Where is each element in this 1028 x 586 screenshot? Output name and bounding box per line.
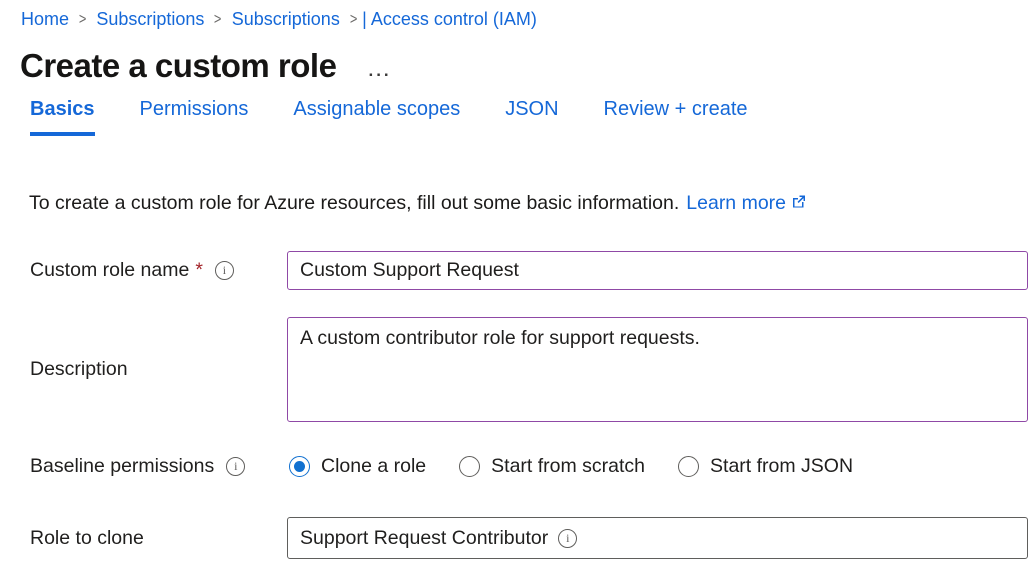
radio-start-from-scratch-label: Start from scratch [491,455,645,478]
tab-json[interactable]: JSON [505,98,558,136]
page-header: Create a custom role ... [20,47,1028,85]
description-row: Description A custom contributor role fo… [30,317,1028,422]
info-icon[interactable]: i [215,261,234,280]
more-options-icon[interactable]: ... [368,61,391,81]
radio-selected-icon [289,456,310,477]
breadcrumb-subscriptions[interactable]: Subscriptions [96,9,204,30]
custom-role-name-row: Custom role name * i [30,251,1028,290]
custom-role-name-label-text: Custom role name [30,259,189,282]
external-link-icon [791,192,807,215]
baseline-permissions-radio-group: Clone a role Start from scratch Start fr… [289,455,1028,478]
radio-clone-a-role[interactable]: Clone a role [289,455,426,478]
intro-sentence: To create a custom role for Azure resour… [29,192,679,215]
intro-text: To create a custom role for Azure resour… [29,192,1028,215]
role-to-clone-label-text: Role to clone [30,527,144,550]
role-to-clone-row: Role to clone Support Request Contributo… [30,517,1028,559]
info-icon[interactable]: i [558,529,577,548]
description-label-text: Description [30,358,128,381]
learn-more-link[interactable]: Learn more [686,192,786,215]
role-to-clone-label: Role to clone [30,527,287,550]
description-textarea[interactable]: A custom contributor role for support re… [287,317,1028,422]
radio-unselected-icon [459,456,480,477]
radio-start-from-json-label: Start from JSON [710,455,853,478]
role-to-clone-dropdown[interactable]: Support Request Contributor i [287,517,1028,559]
custom-role-name-input[interactable] [287,251,1028,290]
description-label: Description [30,358,287,381]
tab-review-create[interactable]: Review + create [604,98,748,136]
tab-assignable-scopes[interactable]: Assignable scopes [293,98,460,136]
tab-permissions[interactable]: Permissions [140,98,249,136]
info-icon[interactable]: i [226,457,245,476]
chevron-right-icon: > [350,11,357,29]
chevron-right-icon: > [79,11,86,29]
breadcrumb-home[interactable]: Home [21,9,69,30]
tab-bar: Basics Permissions Assignable scopes JSO… [30,98,1028,136]
required-asterisk: * [195,259,203,282]
radio-clone-a-role-label: Clone a role [321,455,426,478]
role-to-clone-value: Support Request Contributor [300,527,548,550]
radio-start-from-json[interactable]: Start from JSON [678,455,853,478]
breadcrumb-access-control-iam[interactable]: | Access control (IAM) [362,9,537,30]
breadcrumb-subscriptions-2[interactable]: Subscriptions [232,9,340,30]
chevron-right-icon: > [214,11,221,29]
custom-role-name-label: Custom role name * i [30,259,287,282]
baseline-permissions-label: Baseline permissions i [30,455,287,478]
baseline-permissions-row: Baseline permissions i Clone a role Star… [30,455,1028,478]
baseline-permissions-label-text: Baseline permissions [30,455,214,478]
radio-unselected-icon [678,456,699,477]
radio-start-from-scratch[interactable]: Start from scratch [459,455,645,478]
basics-form: Custom role name * i Description A custo… [30,251,1028,559]
breadcrumb: Home > Subscriptions > Subscriptions > |… [0,0,1028,30]
tab-basics[interactable]: Basics [30,98,95,136]
page-title: Create a custom role [20,47,336,85]
